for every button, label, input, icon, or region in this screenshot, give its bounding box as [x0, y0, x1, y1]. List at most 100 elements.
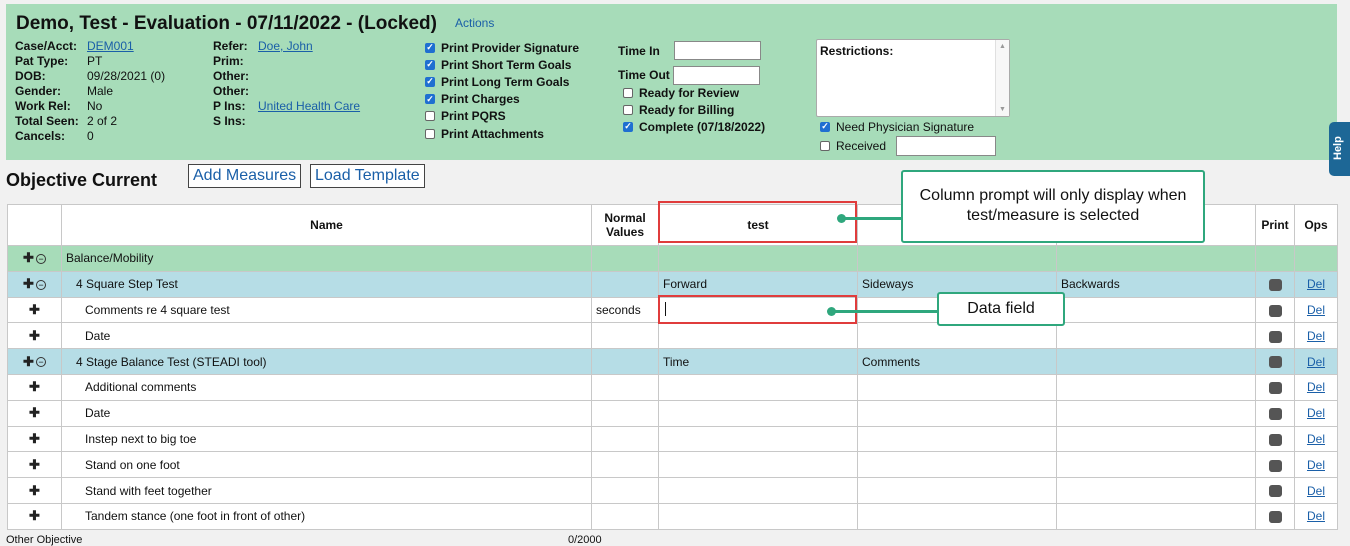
move-icon[interactable]: ✚ [29, 483, 40, 498]
actions-link[interactable]: Actions [455, 16, 494, 30]
checkbox-option[interactable]: Print Long Term Goals [425, 73, 579, 90]
footer-counter: 0/2000 [568, 534, 602, 546]
row-col-2[interactable] [857, 399, 1057, 427]
print-toggle[interactable] [1268, 304, 1282, 317]
checkbox[interactable] [425, 128, 435, 139]
row-col-1[interactable] [658, 373, 858, 401]
row-col-3[interactable] [1056, 502, 1256, 530]
move-icon[interactable]: ✚ [23, 276, 34, 291]
move-icon[interactable]: ✚ [23, 354, 34, 369]
row-col-3[interactable] [1056, 296, 1256, 324]
table-row: ✚ Stand on one foot Del [7, 451, 1338, 479]
checkbox[interactable] [425, 111, 435, 122]
print-toggle[interactable] [1268, 433, 1282, 446]
checkbox[interactable] [623, 87, 633, 98]
move-icon[interactable]: ✚ [29, 431, 40, 446]
print-toggle[interactable] [1268, 356, 1282, 369]
add-measures-button[interactable]: Add Measures [188, 164, 302, 188]
print-toggle[interactable] [1268, 330, 1282, 343]
connector-line [843, 217, 903, 220]
print-toggle[interactable] [1268, 382, 1282, 395]
delete-link[interactable]: Del [1307, 406, 1325, 420]
print-toggle[interactable] [1268, 485, 1282, 498]
row-col-3[interactable] [1056, 322, 1256, 350]
row-col-3[interactable] [1056, 399, 1256, 427]
checkbox[interactable] [425, 42, 435, 53]
row-col-3[interactable] [1056, 373, 1256, 401]
delete-link[interactable]: Del [1307, 277, 1325, 291]
row-col-2[interactable] [857, 425, 1057, 453]
checkbox[interactable] [425, 76, 435, 87]
checkbox-option[interactable]: Ready for Billing [623, 101, 765, 118]
move-icon[interactable]: ✚ [29, 328, 40, 343]
info-value[interactable]: DEM001 [87, 39, 134, 53]
row-col-2[interactable] [857, 502, 1057, 530]
checkbox-option[interactable]: Complete (07/18/2022) [623, 118, 765, 135]
scroll-down-icon[interactable]: ▼ [999, 106, 1006, 113]
row-col-2[interactable] [857, 451, 1057, 479]
print-toggle[interactable] [1268, 511, 1282, 524]
move-icon[interactable]: ✚ [29, 302, 40, 317]
need-physician-signature-checkbox[interactable] [820, 121, 830, 132]
checkbox-option[interactable]: Ready for Review [623, 84, 765, 101]
checkbox-option[interactable]: Print Short Term Goals [425, 56, 579, 73]
received-checkbox[interactable] [820, 141, 830, 151]
move-icon[interactable]: ✚ [29, 457, 40, 472]
time-in-label: Time In [618, 43, 660, 58]
checkbox[interactable] [425, 94, 435, 105]
time-out-input[interactable] [672, 65, 760, 85]
row-col-2[interactable] [857, 322, 1057, 350]
checkbox[interactable] [623, 104, 633, 115]
row-col-3[interactable] [1056, 451, 1256, 479]
received-input[interactable] [896, 136, 997, 156]
delete-link[interactable]: Del [1307, 484, 1325, 498]
load-template-button[interactable]: Load Template [310, 164, 425, 188]
move-icon[interactable]: ✚ [29, 405, 40, 420]
delete-link[interactable]: Del [1307, 509, 1325, 523]
move-icon[interactable]: ✚ [23, 250, 34, 265]
row-col-1[interactable] [658, 477, 858, 504]
delete-link[interactable]: Del [1307, 380, 1325, 394]
collapse-icon[interactable]: − [35, 357, 46, 368]
delete-link[interactable]: Del [1307, 303, 1325, 317]
checkbox[interactable] [623, 121, 633, 132]
checkbox-option[interactable]: Print PQRS [425, 108, 579, 125]
info-value[interactable]: United Health Care [258, 99, 360, 113]
move-icon[interactable]: ✚ [29, 508, 40, 523]
print-toggle[interactable] [1268, 459, 1282, 472]
row-col-1 [658, 245, 858, 272]
collapse-icon[interactable]: − [35, 280, 46, 291]
need-physician-signature[interactable]: Need Physician Signature [820, 118, 974, 135]
checkbox-option[interactable]: Print Provider Signature [425, 39, 579, 56]
row-col-2[interactable] [857, 373, 1057, 401]
delete-link[interactable]: Del [1307, 432, 1325, 446]
row-col-1[interactable] [658, 425, 858, 453]
received-row: Received [820, 136, 997, 156]
checkbox-option[interactable]: Print Charges [425, 91, 579, 108]
help-tab[interactable]: Help [1329, 122, 1350, 176]
collapse-icon[interactable]: − [35, 254, 46, 265]
row-col-1[interactable] [658, 502, 858, 530]
restrictions-scrollbar[interactable]: ▲ ▼ [995, 40, 1009, 116]
row-print [1255, 296, 1295, 324]
time-in-input[interactable] [673, 41, 761, 60]
delete-link[interactable]: Del [1307, 458, 1325, 472]
row-col-1[interactable] [658, 399, 858, 427]
col-ops-header: Ops [1294, 204, 1338, 246]
row-col-1[interactable] [658, 322, 858, 350]
checkbox[interactable] [425, 59, 435, 70]
scroll-up-icon[interactable]: ▲ [999, 43, 1006, 50]
row-col-3[interactable] [1056, 477, 1256, 504]
restrictions-textarea[interactable]: Restrictions: ▲ ▼ [816, 39, 1010, 117]
checkbox-option[interactable]: Print Attachments [425, 125, 579, 142]
row-col-3[interactable] [1056, 425, 1256, 453]
move-icon[interactable]: ✚ [29, 379, 40, 394]
print-toggle[interactable] [1268, 408, 1282, 420]
delete-link[interactable]: Del [1307, 355, 1325, 369]
row-col-1[interactable] [658, 451, 858, 479]
delete-link[interactable]: Del [1307, 329, 1325, 343]
row-col-2[interactable] [857, 477, 1057, 504]
row-col-3: Backwards [1056, 270, 1256, 298]
print-toggle[interactable] [1268, 279, 1282, 292]
info-value[interactable]: Doe, John [258, 39, 313, 53]
